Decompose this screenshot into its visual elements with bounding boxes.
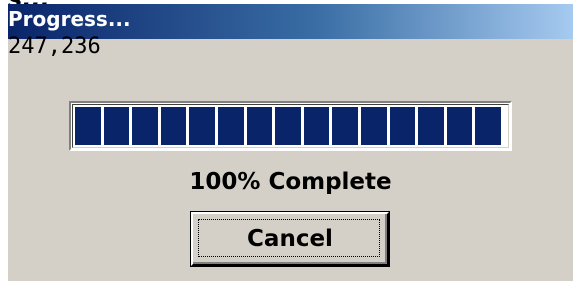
progress-segment [160, 107, 187, 145]
progress-segment [132, 107, 158, 145]
cancel-button[interactable]: Cancel [191, 212, 389, 266]
progress-segment [361, 107, 387, 145]
progress-segment [218, 107, 244, 145]
progress-bar-fill [72, 104, 509, 148]
progress-segment [332, 107, 358, 145]
progress-dialog: Progress... 247,236 100% Complete Cancel [8, 4, 573, 281]
cancel-button-label: Cancel [247, 226, 333, 252]
progress-segment [246, 107, 273, 145]
progress-segment [475, 107, 501, 145]
progress-segment [418, 107, 444, 145]
progress-segment [389, 107, 416, 145]
item-count: 247,236 [8, 34, 101, 59]
progress-segment [189, 107, 215, 145]
progress-bar [69, 101, 512, 151]
progress-segment [75, 107, 101, 145]
dialog-title: Progress... [8, 7, 131, 31]
screenshot-stage: s... Progress... 247,236 100% Complete C… [0, 0, 573, 281]
progress-segment [446, 107, 473, 145]
progress-status-text: 100% Complete [189, 169, 392, 195]
progress-segment [275, 107, 301, 145]
progress-segment [303, 107, 330, 145]
progress-segment [103, 107, 130, 145]
